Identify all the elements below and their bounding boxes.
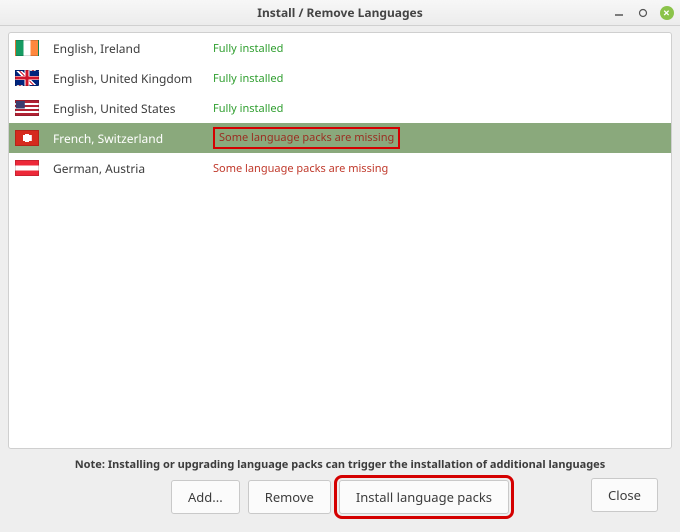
status-highlight-box: Some language packs are missing [213, 127, 400, 149]
remove-button[interactable]: Remove [248, 480, 331, 514]
titlebar: Install / Remove Languages [0, 0, 680, 26]
language-name: English, Ireland [53, 40, 213, 57]
language-row[interactable]: English, United StatesFully installed [9, 93, 671, 123]
remove-button-label: Remove [265, 488, 314, 506]
language-status: Some language packs are missing [213, 161, 665, 176]
close-button-label: Close [608, 486, 641, 504]
add-button[interactable]: Add... [171, 480, 240, 514]
install-packs-button-label: Install language packs [356, 488, 492, 506]
close-button[interactable]: Close [591, 478, 658, 512]
language-settings-window: Install / Remove Languages English, Irel… [0, 0, 680, 532]
language-status: Fully installed [213, 71, 665, 86]
flag-icon [15, 160, 39, 176]
add-button-label: Add... [188, 488, 223, 506]
action-button-row: Add... Remove Install language packs Clo… [8, 480, 672, 524]
language-name: English, United Kingdom [53, 70, 213, 87]
language-status: Fully installed [213, 101, 665, 116]
close-window-button[interactable] [660, 6, 674, 20]
window-controls [612, 0, 674, 26]
language-name: French, Switzerland [53, 130, 213, 147]
content-area: English, IrelandFully installedEnglish, … [0, 26, 680, 532]
language-status: Fully installed [213, 41, 665, 56]
language-row[interactable]: German, AustriaSome language packs are m… [9, 153, 671, 183]
window-title: Install / Remove Languages [0, 4, 680, 21]
install-language-packs-button[interactable]: Install language packs [339, 480, 509, 514]
language-status: Some language packs are missing [213, 127, 665, 149]
language-name: English, United States [53, 100, 213, 117]
flag-icon [15, 70, 39, 86]
note-text: Note: Installing or upgrading language p… [8, 457, 672, 472]
language-row[interactable]: English, IrelandFully installed [9, 33, 671, 63]
language-row[interactable]: English, United KingdomFully installed [9, 63, 671, 93]
minimize-button[interactable] [612, 6, 626, 20]
language-list[interactable]: English, IrelandFully installedEnglish, … [8, 32, 672, 449]
flag-icon [15, 40, 39, 56]
language-row[interactable]: French, SwitzerlandSome language packs a… [9, 123, 671, 153]
maximize-button[interactable] [636, 6, 650, 20]
flag-icon [15, 130, 39, 146]
language-name: German, Austria [53, 160, 213, 177]
flag-icon [15, 100, 39, 116]
